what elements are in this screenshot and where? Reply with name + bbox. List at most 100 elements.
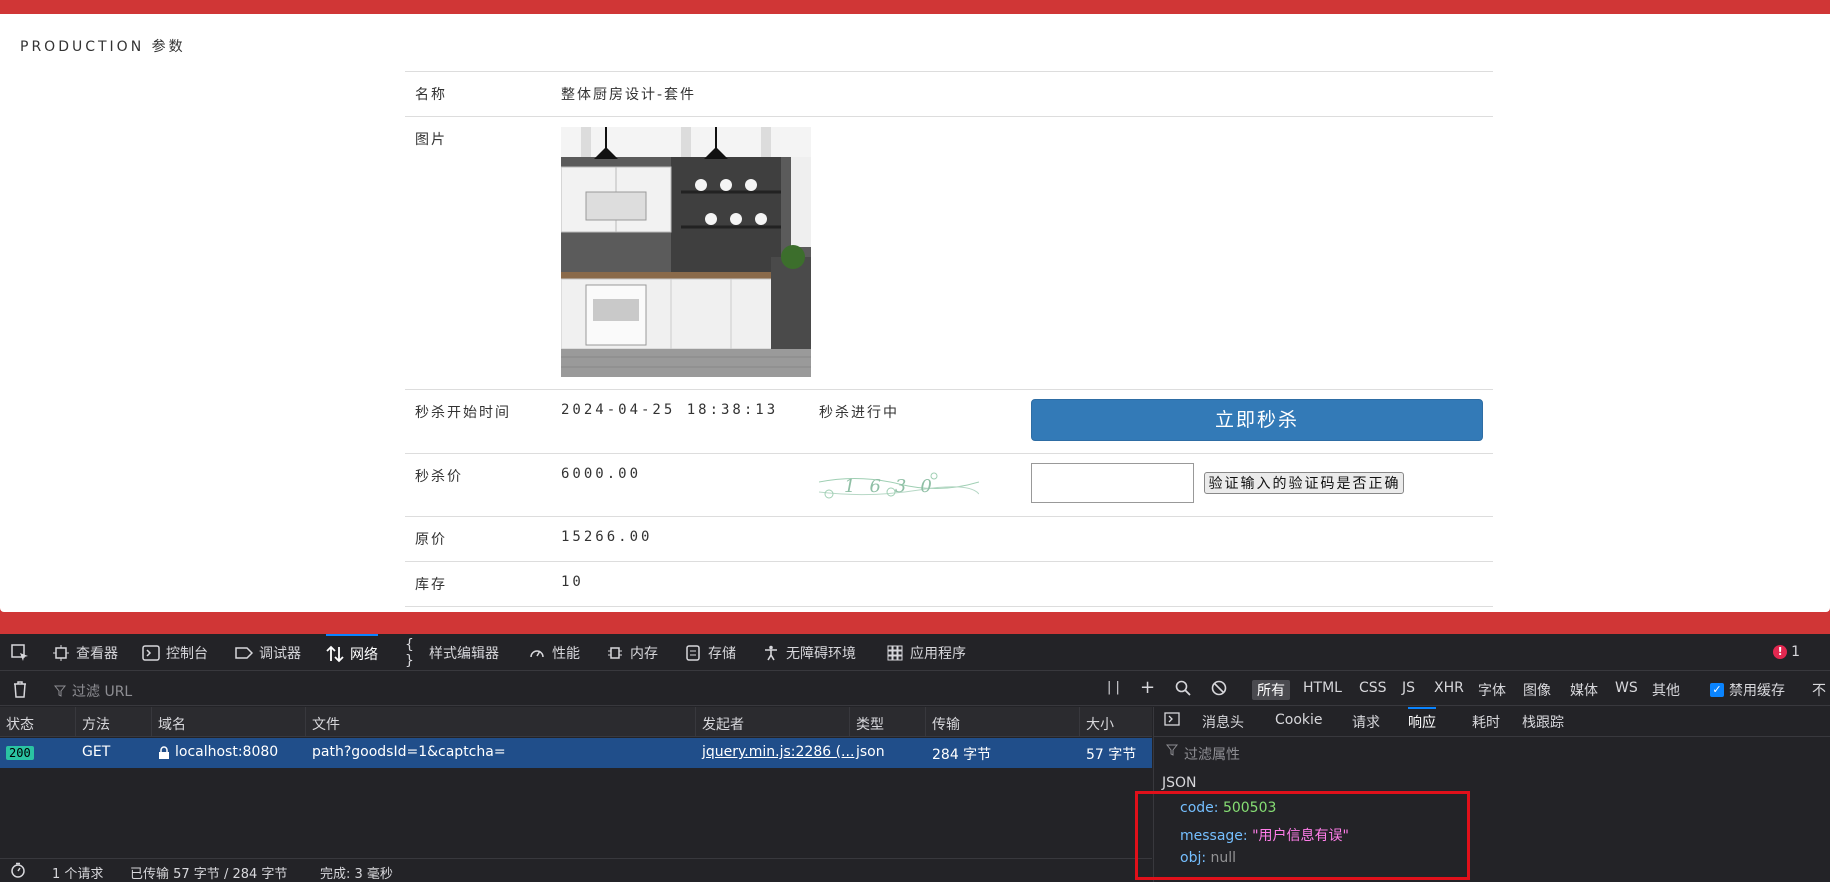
column-size[interactable]: 大小: [1086, 714, 1114, 734]
details-tabbar: 消息头 Cookie 请求 响应 耗时 栈跟踪: [1154, 707, 1830, 737]
pick-element-icon[interactable]: [10, 634, 30, 671]
search-icon[interactable]: [1175, 680, 1191, 700]
tab-accessibility[interactable]: 无障碍环境: [762, 634, 856, 671]
type-filter-font[interactable]: 字体: [1478, 680, 1506, 700]
tab-label: 控制台: [166, 645, 208, 662]
column-transferred[interactable]: 传输: [932, 714, 960, 734]
tab-application[interactable]: 应用程序: [886, 634, 966, 671]
inspector-icon: [52, 644, 70, 662]
type-filter-other[interactable]: 其他: [1652, 680, 1680, 700]
type-filter-js[interactable]: JS: [1402, 680, 1415, 696]
stopwatch-icon[interactable]: [10, 862, 26, 882]
throttling-select[interactable]: 不: [1812, 680, 1826, 700]
column-type[interactable]: 类型: [856, 714, 884, 734]
application-icon: [886, 644, 904, 662]
type-filter-xhr[interactable]: XHR: [1434, 680, 1464, 696]
price-value: 6000.00: [551, 453, 809, 517]
tab-label: 样式编辑器: [429, 645, 499, 662]
tab-stack-trace[interactable]: 栈跟踪: [1522, 712, 1564, 732]
tab-timings[interactable]: 耗时: [1472, 712, 1500, 732]
request-size: 57 字节: [1086, 747, 1137, 763]
type-filter-css[interactable]: CSS: [1359, 680, 1387, 696]
captcha-input[interactable]: [1031, 463, 1194, 503]
type-filter-ws[interactable]: WS: [1615, 680, 1638, 696]
tab-inspector[interactable]: 查看器: [52, 634, 118, 671]
memory-icon: [606, 644, 624, 662]
tab-debugger[interactable]: 调试器: [235, 634, 301, 671]
storage-icon: [684, 644, 702, 662]
column-status[interactable]: 状态: [6, 714, 34, 734]
tab-label: 内存: [630, 645, 658, 662]
trash-icon[interactable]: [12, 680, 28, 702]
tab-console[interactable]: 控制台: [142, 634, 208, 671]
filter-icon: [54, 685, 66, 697]
request-transferred: 284 字节: [932, 747, 992, 763]
json-section-label[interactable]: JSON: [1162, 775, 1197, 791]
seckill-button[interactable]: 立即秒杀: [1031, 399, 1483, 441]
panel-title: PRODUCTION 参数: [20, 39, 186, 55]
type-filter-html[interactable]: HTML: [1303, 680, 1342, 696]
captcha-text: 1630: [844, 476, 946, 497]
column-method[interactable]: 方法: [82, 714, 110, 734]
column-divider: [695, 707, 696, 737]
tab-performance[interactable]: 性能: [528, 634, 580, 671]
disable-cache-checkbox[interactable]: ✓ 禁用缓存: [1710, 680, 1785, 700]
network-statusbar: 1 个请求 已传输 57 字节 / 284 字节 完成: 3 毫秒: [0, 858, 1152, 882]
table-row[interactable]: 200 GET localhost:8080 path?goodsId=1&ca…: [0, 738, 1152, 768]
request-count: 1 个请求: [52, 867, 104, 882]
column-file[interactable]: 文件: [312, 714, 340, 734]
tab-label: 调试器: [259, 645, 301, 662]
filter-icon: [1166, 744, 1178, 756]
pause-icon[interactable]: | |: [1107, 680, 1120, 695]
filter-properties-input[interactable]: 过滤属性: [1166, 744, 1240, 764]
name-value: 整体厨房设计-套件: [551, 71, 1493, 117]
transferred-summary: 已传输 57 字节 / 284 字节: [130, 867, 288, 882]
toggle-panel-icon[interactable]: [1164, 712, 1180, 730]
error-count-badge[interactable]: ! 1: [1773, 644, 1800, 660]
debugger-icon: [235, 644, 253, 662]
error-count: 1: [1791, 644, 1800, 660]
tab-memory[interactable]: 内存: [606, 634, 658, 671]
verify-captcha-button[interactable]: 验证输入的验证码是否正确: [1204, 472, 1405, 494]
tab-cookies[interactable]: Cookie: [1275, 712, 1323, 728]
status-badge: 200: [6, 746, 34, 760]
request-method: GET: [82, 744, 111, 760]
add-icon[interactable]: +: [1140, 677, 1155, 698]
column-domain[interactable]: 域名: [158, 714, 186, 734]
type-filter-images[interactable]: 图像: [1523, 680, 1551, 700]
tab-label: 存储: [708, 645, 736, 662]
column-initiator[interactable]: 发起者: [702, 714, 744, 734]
seckill-status: 秒杀进行中: [809, 389, 1021, 454]
tab-storage[interactable]: 存储: [684, 634, 736, 671]
column-divider: [849, 707, 850, 737]
stock-value: 10: [551, 561, 1493, 607]
type-filter-all[interactable]: 所有: [1252, 680, 1290, 700]
request-domain: localhost:8080: [158, 744, 278, 760]
tab-headers[interactable]: 消息头: [1202, 712, 1244, 732]
captcha-image[interactable]: 1630: [819, 464, 979, 504]
tab-request[interactable]: 请求: [1352, 712, 1380, 732]
accessibility-icon: [762, 644, 780, 662]
tab-response[interactable]: 响应: [1408, 707, 1436, 732]
network-icon: [326, 645, 344, 663]
page-content: PRODUCTION 参数 名称 整体厨房设计-套件 图片 秒杀开始时间 202…: [0, 14, 1830, 612]
filter-url-input[interactable]: 过滤 URL: [54, 681, 132, 701]
table-row: 库存 10: [405, 561, 1493, 607]
request-initiator[interactable]: jquery.min.js:2286 (...: [702, 744, 854, 760]
tab-style-editor[interactable]: { } 样式编辑器: [405, 634, 499, 671]
console-icon: [142, 644, 160, 662]
name-label: 名称: [405, 71, 551, 117]
table-row: 图片: [405, 116, 1493, 390]
lock-icon: [159, 745, 169, 759]
product-table: 名称 整体厨房设计-套件 图片 秒杀开始时间 2024-04-25 18:38:…: [405, 71, 1493, 607]
image-label: 图片: [405, 116, 551, 390]
devtools-panel: 查看器 控制台 调试器 网络 { } 样式编辑器 性能 内存 存储 无障碍环境 …: [0, 634, 1830, 882]
table-row: 秒杀价 6000.00 1630 验证输入的验证码是否正确: [405, 453, 1493, 517]
tab-network[interactable]: 网络: [326, 634, 378, 671]
tab-label: 应用程序: [910, 645, 966, 662]
block-icon[interactable]: [1211, 680, 1227, 700]
devtools-tabbar: 查看器 控制台 调试器 网络 { } 样式编辑器 性能 内存 存储 无障碍环境 …: [0, 634, 1830, 671]
type-filter-media[interactable]: 媒体: [1570, 680, 1598, 700]
table-row: 名称 整体厨房设计-套件: [405, 71, 1493, 117]
column-divider: [75, 707, 76, 737]
